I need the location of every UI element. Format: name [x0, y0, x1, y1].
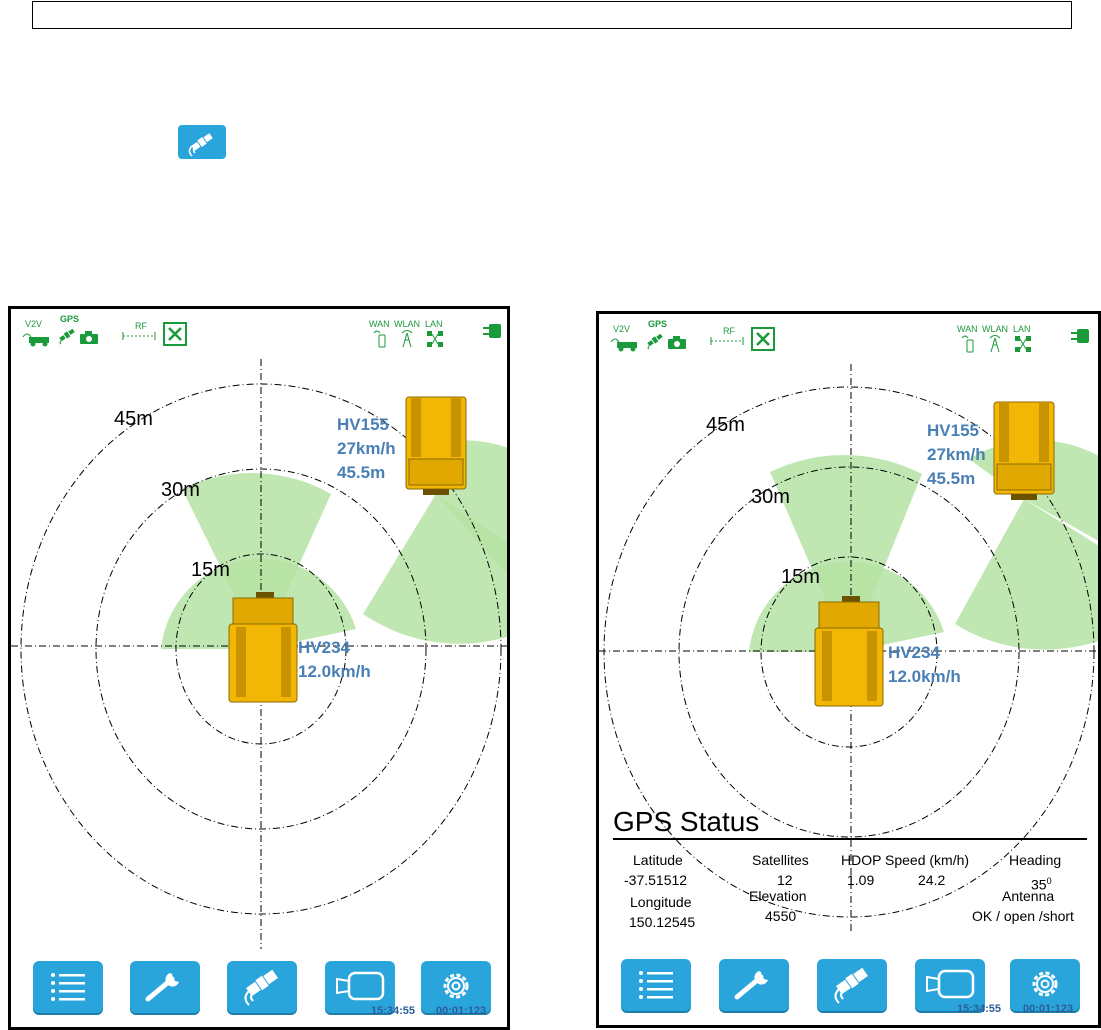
- rf-label: RF: [723, 326, 735, 336]
- elapsed-timer: 00:01:123: [436, 1005, 487, 1017]
- truck-hv155-icon[interactable]: [993, 401, 1055, 500]
- vehicle-id: HV155: [337, 415, 389, 434]
- header-bar: [32, 1, 1072, 29]
- list-icon: [639, 971, 673, 999]
- vehicle-speed: 27km/h: [927, 445, 986, 464]
- wan-label: WAN: [369, 319, 390, 329]
- v2v-vehicle-icon: [22, 333, 49, 347]
- latitude-value: -37.51512: [624, 872, 688, 888]
- cellular-icon: [373, 330, 386, 348]
- list-icon: [51, 973, 85, 1001]
- status-bar: V2V GPS RF WAN WLAN LAN: [11, 309, 507, 359]
- heading-label: Heading: [1009, 852, 1062, 868]
- ring-label-45: 45m: [114, 408, 153, 430]
- gps-status-divider: [613, 838, 1087, 840]
- satellite-icon: [188, 133, 213, 157]
- ring-label-45: 45m: [706, 414, 745, 436]
- wrench-icon: [145, 973, 179, 1002]
- vehicle-id: HV155: [927, 421, 979, 440]
- radar-screen-gps: V2V GPS RF WAN WLAN LAN 45m 30m 15m HV15…: [596, 311, 1101, 1028]
- list-button[interactable]: [621, 959, 691, 1011]
- gps-label: GPS: [60, 314, 80, 324]
- radar-screen-main: V2V GPS RF WAN WLAN LAN 45m 30m 15m HV15…: [8, 306, 510, 1030]
- antenna-tower-icon: [989, 335, 1001, 353]
- list-button[interactable]: [33, 961, 103, 1013]
- cellular-icon: [961, 335, 974, 353]
- vehicle-label-hv155: HV155 27km/h 45.5m: [927, 419, 986, 491]
- antenna-value: OK / open /short: [972, 908, 1074, 924]
- wan-label: WAN: [957, 324, 978, 334]
- clock-time: 15:34:55: [957, 1003, 1002, 1015]
- latitude-label: Latitude: [633, 852, 683, 868]
- close-x-icon[interactable]: [163, 322, 187, 346]
- antenna-label: Antenna: [1002, 888, 1055, 904]
- vehicle-id: HV234: [298, 638, 350, 657]
- gps-status-title: GPS Status: [613, 806, 760, 837]
- vehicle-distance: 45.5m: [927, 469, 976, 488]
- gps-status-button[interactable]: [227, 961, 297, 1013]
- vehicle-speed: 12.0km/h: [298, 662, 371, 681]
- satellites-label: Satellites: [752, 852, 809, 868]
- network-icon: [427, 331, 443, 347]
- lan-label: LAN: [1013, 324, 1031, 334]
- vehicle-speed: 27km/h: [337, 439, 396, 458]
- tools-button[interactable]: [130, 961, 200, 1013]
- elevation-value: 4550: [765, 908, 797, 924]
- longitude-value: 150.12545: [629, 914, 696, 930]
- vehicle-label-hv234: HV234 12.0km/h: [298, 636, 371, 684]
- hdop-value: 1.09: [847, 872, 875, 888]
- radar-view: [11, 359, 507, 949]
- wlan-label: WLAN: [394, 319, 421, 329]
- camera-status-icon: [80, 331, 98, 344]
- rf-range-icon: [122, 332, 156, 340]
- vehicle-distance: 45.5m: [337, 463, 386, 482]
- longitude-label: Longitude: [630, 894, 692, 910]
- ring-label-15: 15m: [781, 566, 820, 588]
- speed-value: 24.2: [918, 872, 946, 888]
- hdop-label: HDOP: [841, 852, 882, 868]
- gps-label: GPS: [648, 319, 668, 329]
- truck-hv155-icon[interactable]: [405, 396, 467, 495]
- status-bar: V2V GPS RF WAN WLAN LAN: [599, 314, 1098, 364]
- elevation-label: Elevation: [749, 888, 807, 904]
- tools-button[interactable]: [719, 959, 789, 1011]
- elapsed-timer: 00:01:123: [1023, 1003, 1074, 1015]
- lan-label: LAN: [425, 319, 443, 329]
- bottom-toolbar: 15:34:55 00:01:123: [11, 961, 507, 1017]
- rf-label: RF: [135, 321, 147, 331]
- truck-hv234-icon[interactable]: [228, 592, 298, 703]
- ring-label-30: 30m: [751, 486, 790, 508]
- satellite-icon: [244, 969, 278, 1006]
- close-x-icon[interactable]: [751, 327, 775, 351]
- gps-satellite-icon: [647, 333, 663, 350]
- truck-hv234-icon[interactable]: [814, 596, 884, 707]
- gps-satellite-icon: [59, 328, 75, 345]
- rf-range-icon: [710, 337, 744, 345]
- bottom-toolbar: 15:34:55 00:01:123: [599, 959, 1098, 1015]
- power-plug-icon: [483, 324, 501, 338]
- wlan-label: WLAN: [982, 324, 1009, 334]
- camera-status-icon: [668, 336, 686, 349]
- speed-label: Speed (km/h): [885, 852, 970, 868]
- clock-time: 15:34:55: [371, 1005, 416, 1017]
- antenna-tower-icon: [401, 330, 413, 348]
- wrench-icon: [734, 971, 768, 1000]
- ring-label-15: 15m: [191, 559, 230, 581]
- ring-label-30: 30m: [161, 479, 200, 501]
- satellites-value: 12: [777, 872, 793, 888]
- network-icon: [1015, 336, 1031, 352]
- v2v-label: V2V: [25, 319, 43, 329]
- v2v-vehicle-icon: [610, 338, 637, 352]
- power-plug-icon: [1071, 329, 1089, 343]
- satellite-icon: [834, 967, 868, 1004]
- vehicle-speed: 12.0km/h: [888, 667, 961, 686]
- vehicle-label-hv234: HV234 12.0km/h: [888, 641, 961, 689]
- gps-status-button[interactable]: [817, 959, 887, 1011]
- vehicle-label-hv155: HV155 27km/h 45.5m: [337, 413, 396, 485]
- v2v-label: V2V: [613, 324, 631, 334]
- vehicle-id: HV234: [888, 643, 940, 662]
- gps-button[interactable]: [178, 125, 226, 159]
